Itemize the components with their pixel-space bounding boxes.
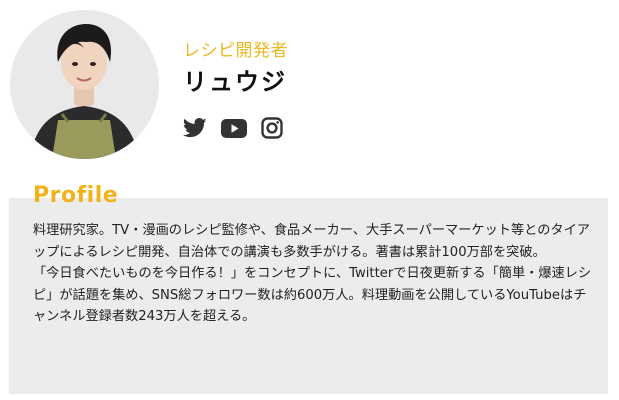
youtube-icon [221,118,247,138]
instagram-link[interactable] [261,117,283,139]
avatar [10,10,159,159]
bio-text: 料理研究家。TV・漫画のレシピ監修や、食品メーカー、大手スーパーマーケット等との… [33,220,593,328]
instagram-icon [261,117,283,139]
job-title: レシピ開発者 [183,41,288,61]
bio-paragraph-1: 料理研究家。TV・漫画のレシピ監修や、食品メーカー、大手スーパーマーケット等との… [33,223,590,260]
bio-paragraph-2: 「今日食べたいものを今日作る！」をコンセプトに、Twitterで日夜更新する「簡… [33,266,592,324]
profile-panel: 料理研究家。TV・漫画のレシピ監修や、食品メーカー、大手スーパーマーケット等との… [9,198,608,394]
social-links [182,117,283,139]
youtube-link[interactable] [221,118,247,138]
twitter-icon [182,118,207,138]
profile-heading: Profile [33,183,119,208]
chef-portrait [10,10,159,159]
twitter-link[interactable] [182,118,207,138]
person-name: リュウジ [183,68,287,96]
